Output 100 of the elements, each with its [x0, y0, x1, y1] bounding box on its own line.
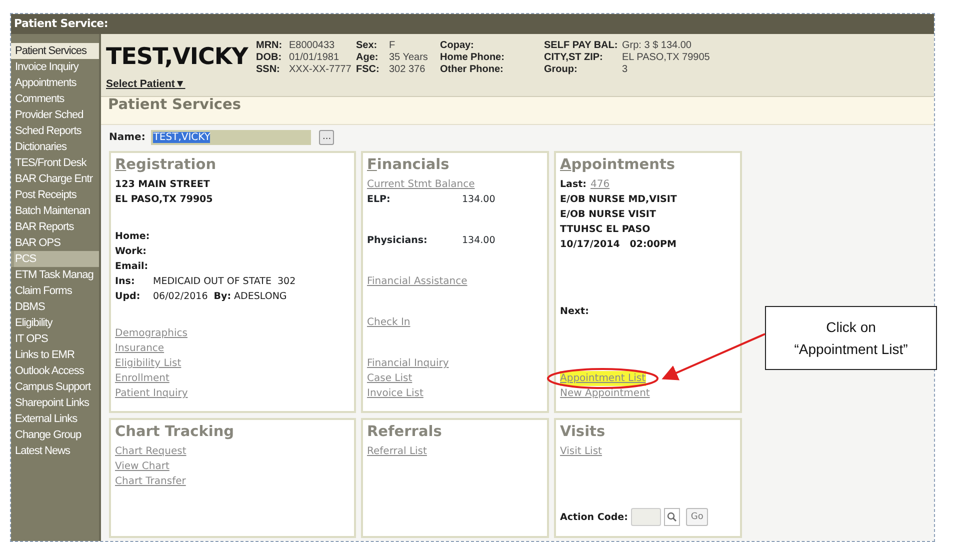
info-text: E/OB NURSE MD,VISIT	[560, 193, 678, 207]
action-code-field[interactable]	[630, 508, 661, 526]
sidebar-item[interactable]: Campus Support	[11, 379, 99, 395]
field-label: SELF PAY BAL:	[544, 40, 619, 52]
panel-link[interactable]: Financial Inquiry	[367, 356, 449, 371]
field-value: Grp: 3 $ 134.00	[622, 40, 692, 52]
panel-link[interactable]: Chart Transfer	[115, 474, 186, 489]
field-label: MRN:	[256, 40, 284, 52]
panel-title: Appointments	[560, 156, 676, 175]
info-label: Last:	[560, 178, 586, 192]
field-label: SSN:	[256, 64, 281, 76]
sidebar-item[interactable]: Invoice Inquiry	[11, 59, 99, 75]
field-value: EL PASO,TX 79905	[622, 52, 710, 64]
info-text: EL PASO,TX 79905	[115, 193, 214, 207]
sidebar-item[interactable]: Sched Reports	[11, 123, 99, 139]
sidebar-item[interactable]: Appointments	[11, 75, 99, 91]
sidebar-item[interactable]: Outlook Access	[11, 363, 99, 379]
sidebar-item[interactable]: DBMS	[11, 299, 99, 315]
patient-name: TEST,VICKY	[106, 44, 250, 70]
info-field: Home:	[115, 229, 350, 244]
panel-title: Registration	[115, 156, 218, 175]
panel-title: Visits	[560, 423, 606, 442]
field-value: 35 Years	[389, 52, 428, 64]
sidebar-item[interactable]: ETM Task Manag	[11, 267, 99, 283]
name-label: Name:	[109, 132, 146, 143]
field-label: Group:	[544, 64, 578, 76]
sidebar-item[interactable]: Batch Maintenan	[11, 203, 99, 219]
sidebar-item[interactable]: Eligibility	[11, 315, 99, 331]
sidebar-item[interactable]: Provider Sched	[11, 107, 99, 123]
panel-link[interactable]: Chart Request	[115, 444, 186, 459]
amount-row-text: ELP: 134.00	[367, 193, 496, 207]
panel-link[interactable]: Current Stmt Balance	[367, 177, 475, 192]
amount-row-text: Physicians: 134.00	[367, 234, 496, 248]
select-patient-link[interactable]: Select Patient▼	[106, 77, 186, 91]
sidebar-item[interactable]: BAR Charge Entr	[11, 171, 99, 187]
panel-link[interactable]: Enrollment	[115, 371, 170, 386]
sidebar-item[interactable]: Claim Forms	[11, 283, 99, 299]
panel-title: Financials	[367, 156, 450, 175]
field-value: 01/01/1981	[289, 52, 340, 64]
field-label: CITY,ST ZIP:	[544, 52, 604, 64]
field-label: Home Phone:	[440, 52, 504, 64]
panel-link[interactable]: Appointment List	[560, 371, 646, 386]
sidebar-item[interactable]: BAR OPS	[11, 235, 99, 251]
sidebar-item[interactable]: IT OPS	[11, 331, 99, 347]
sidebar-item[interactable]: External Links	[11, 411, 99, 427]
sidebar-item[interactable]: Latest News	[11, 443, 99, 459]
panel-title: Referrals	[367, 423, 443, 442]
panel-link[interactable]: Patient Inquiry	[115, 386, 188, 401]
field-label: Sex:	[356, 40, 378, 52]
panel-link[interactable]: Demographics	[115, 326, 188, 341]
panel-link[interactable]: New Appointment	[560, 386, 650, 401]
info-field: Ins: MEDICAID OUT OF STATE 302	[115, 274, 350, 289]
panel-link[interactable]: Eligibility List	[115, 356, 182, 371]
sidebar-item[interactable]: Patient Services	[11, 43, 99, 59]
info-field: Next:	[560, 304, 736, 319]
info-text: 10/17/2014 02:00PM	[560, 238, 678, 252]
search-icon	[666, 512, 677, 522]
panel-link[interactable]: Visit List	[560, 444, 602, 459]
sidebar-item[interactable]: Links to EMR	[11, 347, 99, 363]
panel-link[interactable]: Financial Assistance	[367, 274, 468, 289]
field-value: 3	[622, 64, 628, 76]
field-label: Age:	[356, 52, 380, 64]
info-text: 123 MAIN STREET	[115, 178, 211, 192]
info-field: Email:	[115, 259, 350, 274]
callout-text: Click on	[825, 318, 877, 337]
field-label: DOB:	[256, 52, 283, 64]
panel-link[interactable]: View Chart	[115, 459, 170, 474]
panel-link[interactable]: Check In	[367, 315, 410, 330]
sidebar-item[interactable]: Sharepoint Links	[11, 395, 99, 411]
page-title: Patient Services	[101, 97, 934, 125]
panel-link[interactable]: Referral List	[367, 444, 427, 459]
info-text: E/OB NURSE VISIT	[560, 208, 657, 222]
field-value: XXX-XX-7777	[289, 64, 352, 76]
field-label: Other Phone:	[440, 64, 504, 76]
sidebar-item[interactable]: Dictionaries	[11, 139, 99, 155]
sidebar-item[interactable]: Comments	[11, 91, 99, 107]
info-text: TTUHSC EL PASO	[560, 223, 652, 237]
panel-link[interactable]: Invoice List	[367, 386, 424, 401]
field-value: 302 376	[389, 64, 426, 76]
sidebar-item[interactable]: Post Receipts	[11, 187, 99, 203]
browse-button[interactable]: ...	[319, 130, 334, 145]
window-title: Patient Service:	[11, 14, 934, 34]
field-value: E8000433	[289, 40, 335, 52]
go-button[interactable]: Go	[686, 508, 708, 526]
sidebar-item[interactable]: Change Group	[11, 427, 99, 443]
sidebar-item[interactable]: PCS	[11, 251, 99, 267]
search-button[interactable]	[664, 508, 680, 526]
field-label: FSC:	[356, 64, 380, 76]
callout-text: “Appointment List”	[794, 340, 908, 359]
field-label: Copay:	[440, 40, 474, 52]
sidebar-item[interactable]: BAR Reports	[11, 219, 99, 235]
action-code-label: Action Code:	[560, 510, 628, 524]
panel-link[interactable]: Insurance	[115, 341, 164, 356]
info-field: Work:	[115, 244, 350, 259]
appointment-link[interactable]: 476	[590, 177, 610, 192]
field-value: F	[389, 40, 396, 52]
panel-link[interactable]: Case List	[367, 371, 412, 386]
info-field: Upd: 06/02/2016 By: ADESLONG	[115, 289, 350, 304]
sidebar-item[interactable]: TES/Front Desk	[11, 155, 99, 171]
panel-title: Chart Tracking	[115, 423, 236, 442]
